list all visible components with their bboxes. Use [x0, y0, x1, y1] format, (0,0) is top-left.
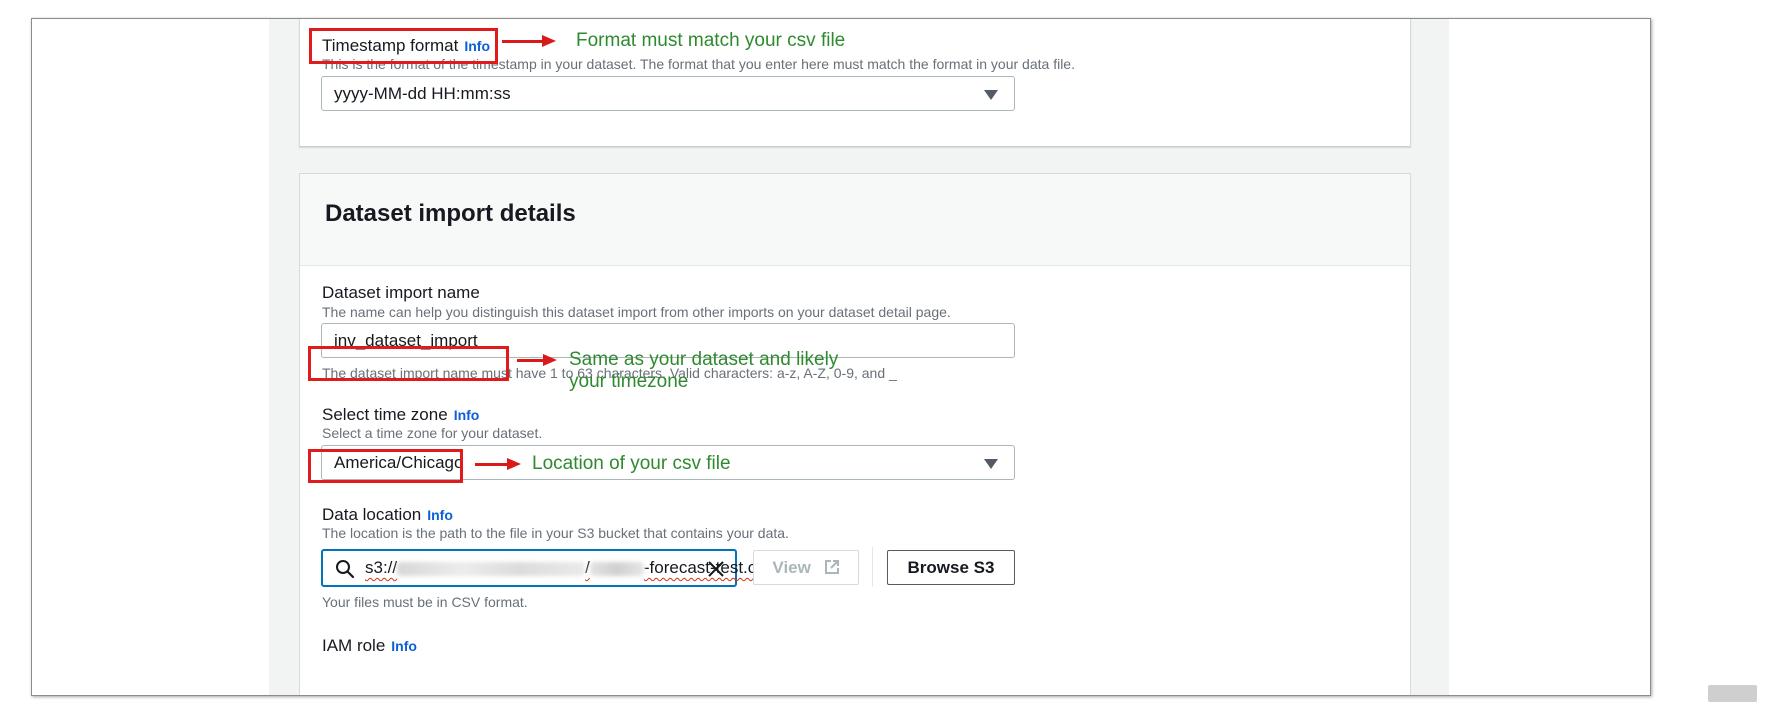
import-name-label: Dataset import name [322, 283, 480, 302]
timezone-note-line1: Same as your dataset and likely [569, 349, 839, 370]
browse-s3-button[interactable]: Browse S3 [887, 550, 1015, 585]
data-location-input[interactable]: s3:/// -forecast-test.csv [321, 549, 773, 587]
search-icon [336, 560, 355, 579]
timestamp-format-value: yyyy-MM-dd HH:mm:ss [334, 84, 511, 103]
redacted-prefix [589, 561, 644, 576]
timestamp-format-select[interactable]: yyyy-MM-dd HH:mm:ss [321, 76, 1015, 111]
data-location-label-text: Data location [322, 505, 422, 524]
import-details-panel: Dataset import details Dataset import na… [299, 173, 1411, 695]
scroll-to-top-button[interactable] [1708, 685, 1757, 702]
button-divider [872, 547, 873, 587]
data-location-label: Data location Info [322, 505, 453, 525]
time-zone-label-text: Select time zone [322, 405, 448, 424]
screenshot-frame: Timestamp format Info This is the format … [31, 18, 1651, 696]
import-details-header: Dataset import details [300, 174, 1410, 266]
data-location-hint: Your files must be in CSV format. [322, 594, 528, 610]
import-details-title: Dataset import details [325, 200, 576, 227]
location-highlight-box [308, 449, 463, 483]
timestamp-arrow-icon [502, 35, 556, 47]
timezone-highlight-box [308, 346, 509, 381]
redacted-bucket [397, 561, 586, 576]
clear-icon[interactable] [707, 560, 725, 578]
timezone-arrow-icon [517, 354, 557, 366]
timestamp-highlight-box [309, 28, 498, 64]
caret-down-icon [984, 459, 998, 469]
iam-role-info-link[interactable]: Info [391, 638, 417, 654]
external-link-icon [824, 560, 839, 574]
time-zone-description: Select a time zone for your dataset. [322, 425, 543, 441]
s3-prefix: s3:// [365, 558, 398, 577]
caret-down-icon [984, 90, 998, 100]
data-location-info-link[interactable]: Info [427, 507, 453, 523]
location-note: Location of your csv file [532, 453, 731, 474]
view-button[interactable]: View [753, 550, 859, 585]
view-button-label: View [772, 558, 811, 577]
iam-role-label-text: IAM role [322, 636, 386, 655]
timestamp-note: Format must match your csv file [576, 30, 846, 51]
timezone-note-line2: your timezone [569, 371, 689, 392]
iam-role-label: IAM role Info [322, 636, 417, 656]
time-zone-label: Select time zone Info [322, 405, 479, 425]
import-name-description: The name can help you distinguish this d… [322, 304, 951, 320]
data-location-description: The location is the path to the file in … [322, 525, 789, 541]
time-zone-info-link[interactable]: Info [454, 407, 480, 423]
location-arrow-icon [475, 458, 521, 470]
